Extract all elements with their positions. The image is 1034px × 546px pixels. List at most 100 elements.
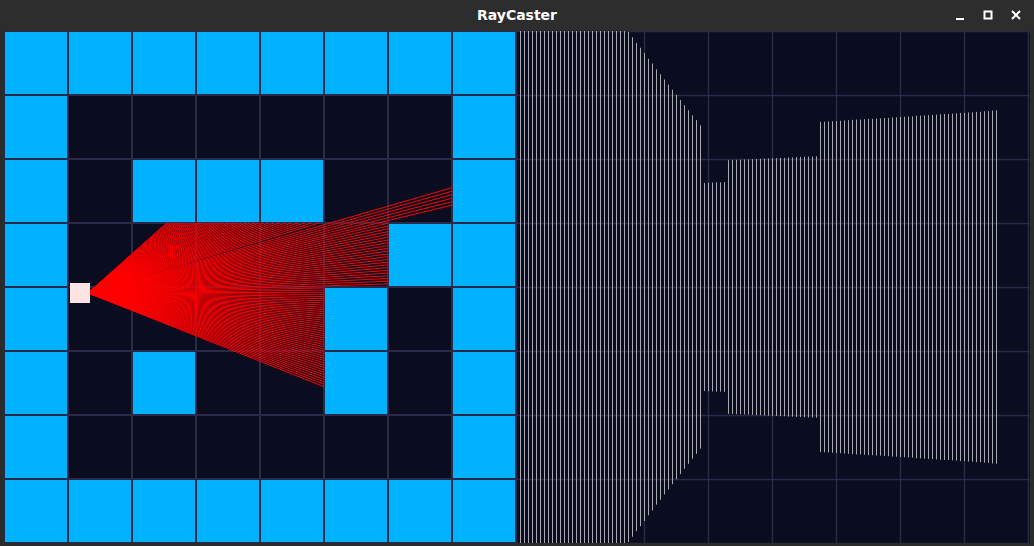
- wall-cell: [389, 224, 451, 286]
- wall-slice: [736, 160, 737, 414]
- ray: [88, 246, 388, 293]
- ray: [88, 276, 388, 293]
- ray: [88, 237, 388, 293]
- wall-slice: [876, 118, 877, 455]
- wall-slice: [752, 159, 753, 415]
- minimize-icon[interactable]: [952, 7, 968, 23]
- wall-slice: [656, 69, 657, 504]
- wall-slice: [908, 117, 909, 458]
- wall-slice: [864, 119, 865, 455]
- wall-cell: [197, 32, 259, 94]
- floor-cell: [389, 352, 451, 414]
- wall-slice: [984, 111, 985, 462]
- wall-slice: [808, 157, 809, 418]
- wall-slice: [784, 158, 785, 416]
- wall-slice: [612, 31, 613, 543]
- wall-cell: [5, 480, 67, 542]
- wall-cell: [453, 32, 515, 94]
- floor-cell: [197, 352, 259, 414]
- ray: [88, 257, 388, 293]
- ray: [88, 284, 388, 293]
- ray: [88, 262, 388, 293]
- wall-slice: [664, 80, 665, 495]
- wall-slice: [788, 157, 789, 416]
- wall-slice: [868, 119, 869, 455]
- wall-slice: [956, 113, 957, 460]
- wall-slice: [872, 119, 873, 455]
- wall-cell: [453, 160, 515, 222]
- wall-slice: [568, 31, 569, 543]
- grid-line: [516, 95, 1030, 97]
- wall-slice: [624, 31, 625, 543]
- wall-slice: [756, 159, 757, 415]
- wall-cell: [5, 288, 67, 350]
- wall-slice: [616, 31, 617, 543]
- ray: [88, 288, 324, 293]
- wall-slice: [636, 43, 637, 531]
- wall-slice: [588, 31, 589, 543]
- wall-slice: [716, 182, 717, 391]
- wall-slice: [728, 160, 729, 414]
- wall-slice: [740, 160, 741, 415]
- wall-slice: [556, 31, 557, 543]
- wall-slice: [760, 159, 761, 415]
- wall-slice: [812, 156, 813, 417]
- wall-slice: [560, 31, 561, 543]
- player[interactable]: [70, 283, 90, 303]
- wall-slice: [796, 157, 797, 417]
- wall-cell: [261, 480, 323, 542]
- floor-cell: [261, 96, 323, 158]
- wall-slice: [936, 115, 937, 460]
- wall-slice: [852, 120, 853, 454]
- floor-cell: [261, 416, 323, 478]
- wall-slice: [968, 112, 969, 461]
- wall-cell: [325, 480, 387, 542]
- wall-slice: [544, 31, 545, 543]
- ray: [88, 265, 388, 293]
- wall-slice: [912, 116, 913, 457]
- wall-slice: [768, 158, 769, 415]
- wall-slice: [724, 182, 725, 392]
- maximize-icon[interactable]: [980, 7, 996, 23]
- close-icon[interactable]: [1008, 7, 1024, 23]
- wall-slice: [964, 113, 965, 461]
- wall-slice: [676, 95, 677, 479]
- wall-slice: [720, 182, 721, 391]
- wall-slice: [916, 116, 917, 458]
- wall-slice: [628, 32, 629, 542]
- wall-slice: [880, 118, 881, 455]
- wall-slice: [660, 74, 661, 499]
- ray: [88, 281, 388, 293]
- wall-slice: [604, 31, 605, 543]
- wall-slice: [704, 183, 705, 391]
- wall-slice: [920, 116, 921, 459]
- wall-cell: [389, 480, 451, 542]
- ray: [88, 293, 324, 387]
- first-person-view: [516, 31, 1030, 543]
- ray: [88, 188, 452, 293]
- wall-slice: [888, 118, 889, 456]
- wall-cell: [5, 224, 67, 286]
- floor-cell: [197, 416, 259, 478]
- wall-slice: [800, 157, 801, 417]
- wall-cell: [325, 352, 387, 414]
- wall-cell: [133, 32, 195, 94]
- wall-cell: [133, 352, 195, 414]
- wall-cell: [453, 352, 515, 414]
- wall-slice: [548, 31, 549, 543]
- wall-slice: [992, 111, 993, 464]
- wall-slice: [532, 31, 533, 543]
- wall-slice: [596, 31, 597, 543]
- wall-slice: [836, 121, 837, 453]
- wall-slice: [948, 114, 949, 460]
- ray: [88, 273, 388, 293]
- ray: [88, 268, 388, 293]
- ray: [88, 234, 388, 293]
- wall-cell: [261, 32, 323, 94]
- ray: [88, 205, 452, 293]
- ray: [88, 223, 388, 293]
- wall-cell: [197, 480, 259, 542]
- game-window: RayCaster: [0, 0, 1034, 546]
- wall-slice: [848, 120, 849, 454]
- ray: [88, 240, 388, 293]
